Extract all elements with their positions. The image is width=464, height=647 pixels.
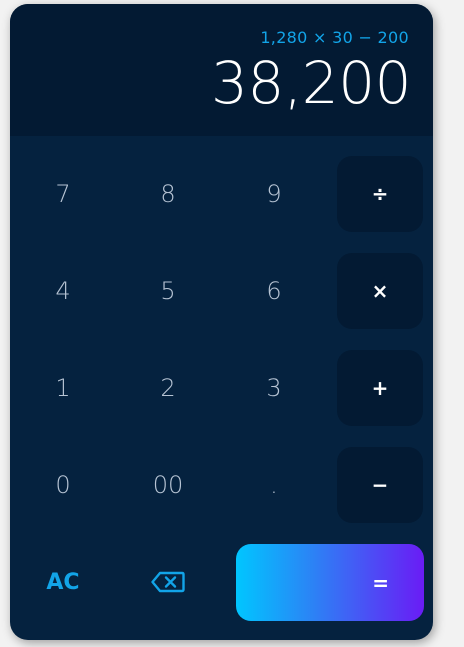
backspace-icon (151, 571, 185, 593)
key-4[interactable]: 4 (20, 253, 106, 329)
result-text: 38,200 (211, 49, 411, 117)
divide-button[interactable]: ÷ (337, 156, 423, 232)
plus-button[interactable]: + (337, 350, 423, 426)
decimal-point-button[interactable]: . (231, 447, 317, 523)
key-5[interactable]: 5 (125, 253, 211, 329)
expression-text: 1,280 × 30 − 200 (260, 28, 409, 47)
key-1[interactable]: 1 (20, 350, 106, 426)
key-8[interactable]: 8 (125, 156, 211, 232)
display-panel: 1,280 × 30 − 200 38,200 (10, 4, 433, 136)
key-2[interactable]: 2 (125, 350, 211, 426)
calculator: 1,280 × 30 − 200 38,200 7 8 9 ÷ 4 5 6 × … (10, 4, 433, 640)
key-0[interactable]: 0 (20, 447, 106, 523)
clear-button[interactable]: AC (20, 544, 106, 620)
key-6[interactable]: 6 (231, 253, 317, 329)
multiply-button[interactable]: × (337, 253, 423, 329)
backspace-button[interactable] (125, 544, 211, 620)
key-7[interactable]: 7 (20, 156, 106, 232)
key-9[interactable]: 9 (231, 156, 317, 232)
minus-button[interactable]: − (337, 447, 423, 523)
equals-button[interactable]: = (236, 544, 424, 621)
key-3[interactable]: 3 (231, 350, 317, 426)
key-00[interactable]: 00 (125, 447, 211, 523)
